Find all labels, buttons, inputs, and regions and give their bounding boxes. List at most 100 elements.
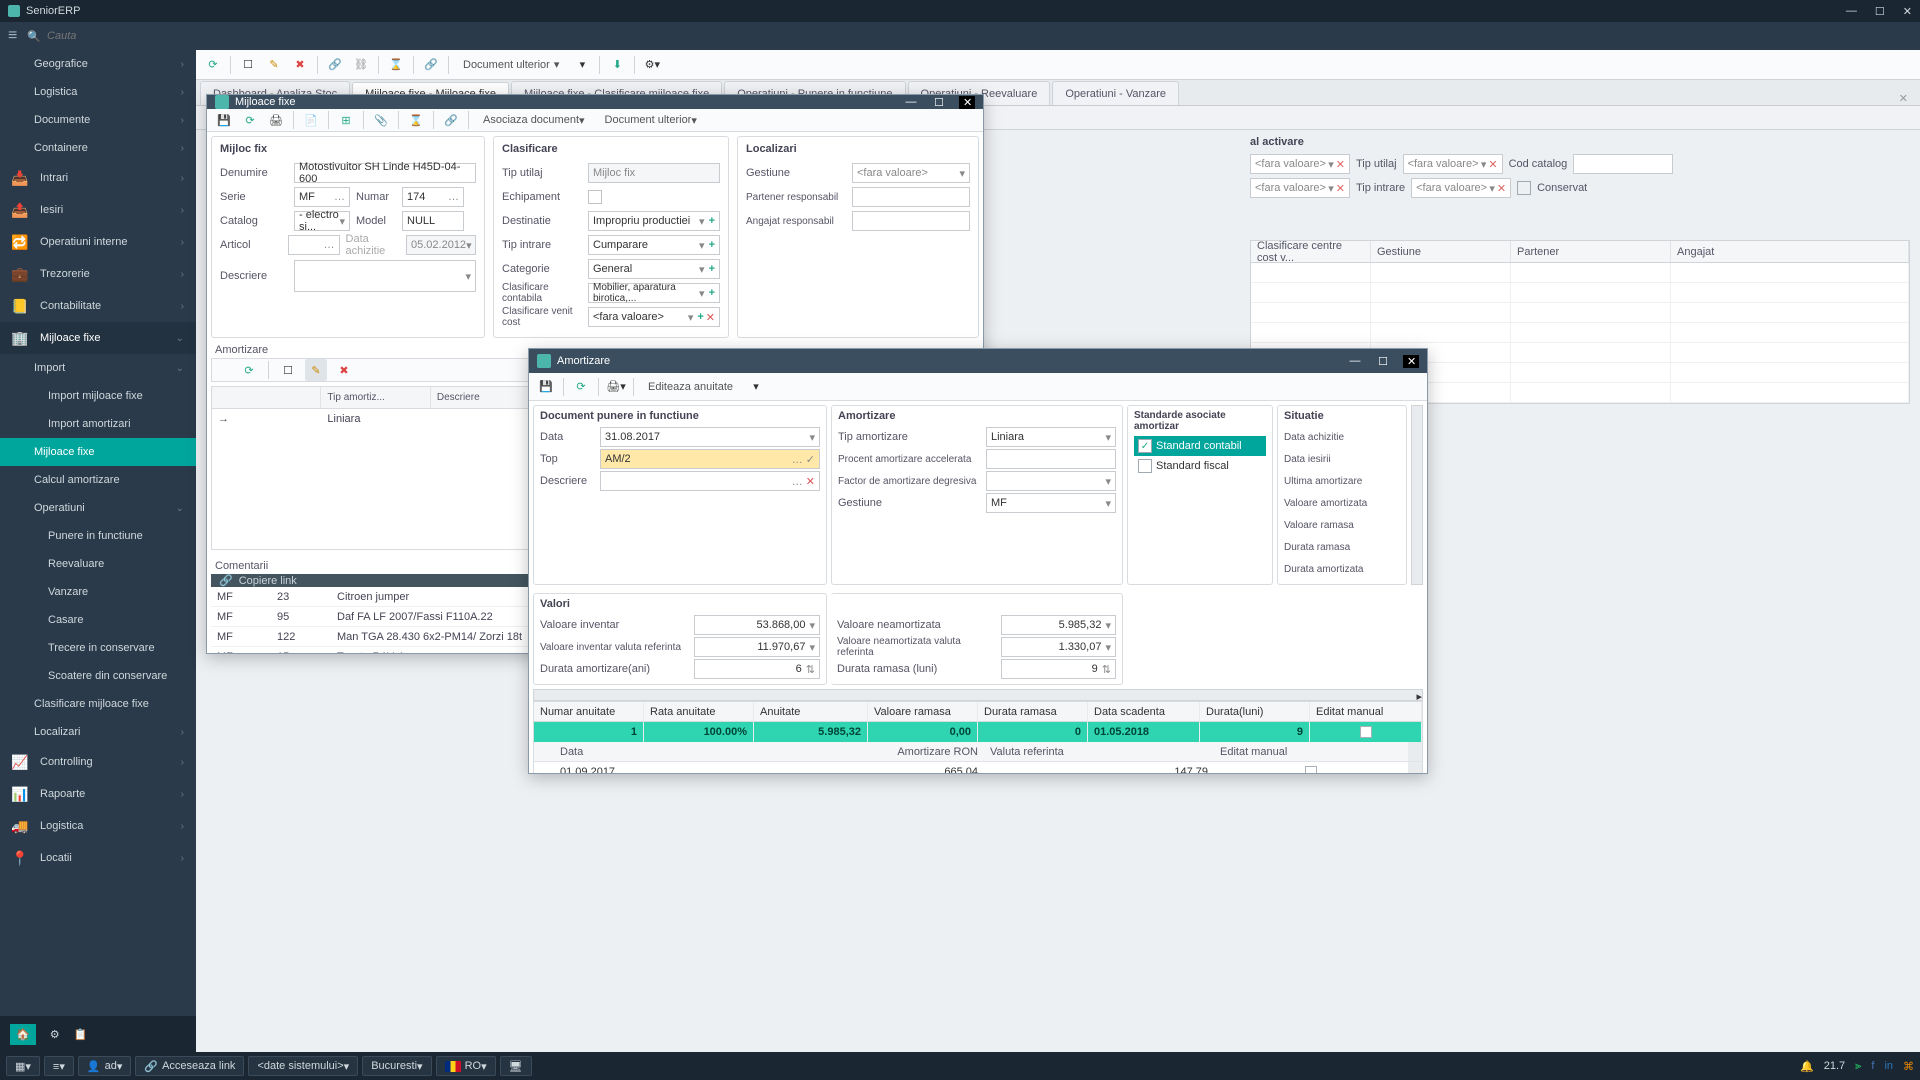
hourglass-icon-2[interactable]: ⌛ (405, 109, 427, 131)
win2-titlebar[interactable]: Amortizare — ☐ ✕ (529, 349, 1427, 373)
p2-tip-input[interactable]: Liniara▾ (986, 427, 1116, 447)
col-numar-anuitate[interactable]: Numar anuitate (534, 702, 644, 721)
amort-delete-icon[interactable]: ✖ (333, 359, 355, 381)
sidebar-cat-intrari[interactable]: 📥Intrari (0, 162, 196, 194)
status-layers-icon[interactable]: ≡▾ (44, 1056, 74, 1076)
anuitate-summary-row[interactable]: 1 100.00% 5.985,32 0,00 0 01.05.2018 9 (534, 722, 1422, 742)
col-durata-ramasa[interactable]: Durata ramasa (978, 702, 1088, 721)
doc-icon[interactable]: 📄 (300, 109, 322, 131)
refresh-icon[interactable]: ⟳ (202, 54, 224, 76)
sidebar-item-mijloace-fixe[interactable]: Mijloace fixe (0, 438, 196, 466)
sidebar-item-import-amort[interactable]: Import amortizari (0, 410, 196, 438)
chain-icon[interactable]: 🔗 (420, 54, 442, 76)
p2-proc-input[interactable] (986, 449, 1116, 469)
tip-intrare-input[interactable]: Cumparare▾+ (588, 235, 720, 255)
bg-combo-4[interactable]: <fara valoare>▾✕ (1411, 178, 1511, 198)
bg-col-clasificare[interactable]: Clasificare centre cost v... (1251, 241, 1371, 262)
catalog-input[interactable]: - electro si...▾ (294, 211, 350, 231)
col-durata-luni[interactable]: Durata(luni) (1200, 702, 1310, 721)
sidebar-item-documente[interactable]: Documente (0, 106, 196, 134)
sidebar-item-punere[interactable]: Punere in functiune (0, 522, 196, 550)
bg-grid-row[interactable] (1251, 323, 1909, 343)
sidebar-item-clasificare-mf[interactable]: Clasificare mijloace fixe (0, 690, 196, 718)
vivr-input[interactable]: 11.970,67▾ (694, 637, 820, 657)
status-bell-icon[interactable]: 🔔 (1800, 1060, 1814, 1073)
sidebar-cat-contabilitate[interactable]: 📒Contabilitate (0, 290, 196, 322)
sidebar-cat-controlling[interactable]: 📈Controlling (0, 746, 196, 778)
amort-refresh-icon[interactable]: ⟳ (238, 359, 260, 381)
save-icon[interactable]: 💾 (213, 109, 235, 131)
sidebar-cat-trezorerie[interactable]: 💼Trezorerie (0, 258, 196, 290)
sidebar-cat-rapoarte[interactable]: 📊Rapoarte (0, 778, 196, 810)
sidebar-cat-iesiri[interactable]: 📤Iesiri (0, 194, 196, 226)
unlink-icon[interactable]: ⛓ (350, 54, 372, 76)
p1-top-input[interactable]: AM/2… ✓ (600, 449, 820, 469)
destinatie-input[interactable]: Impropriu productiei▾+ (588, 211, 720, 231)
partener-resp-input[interactable] (852, 187, 970, 207)
p1-data-input[interactable]: 31.08.2017▾ (600, 427, 820, 447)
bg-col-gestiune[interactable]: Gestiune (1371, 241, 1511, 262)
refresh-icon-2[interactable]: ⟳ (239, 109, 261, 131)
sidebar-cat-logistica2[interactable]: 🚚Logistica (0, 810, 196, 842)
sidebar-cat-operatiuni-interne[interactable]: 🔁Operatiuni interne (0, 226, 196, 258)
p1-desc-input[interactable]: … ✕ (600, 471, 820, 491)
attach-icon[interactable]: 📎 (370, 109, 392, 131)
win2-refresh-icon[interactable]: ⟳ (570, 376, 592, 398)
document-ulterior-dropdown[interactable]: Document ulterior▾ (455, 54, 567, 76)
col-anuitate[interactable]: Anuitate (754, 702, 868, 721)
scrollbar-horizontal[interactable]: ▸ (533, 689, 1423, 701)
win1-maximize-icon[interactable]: ☐ (931, 96, 947, 109)
status-acceseaza-link[interactable]: 🔗Acceseaza link (135, 1056, 244, 1076)
gear-icon[interactable]: ⚙ (50, 1028, 60, 1041)
status-linkedin-icon[interactable]: in (1884, 1060, 1893, 1072)
clipboard-icon[interactable]: 📋 (74, 1028, 88, 1041)
model-input[interactable]: NULL (402, 211, 464, 231)
delete-icon[interactable]: ✖ (289, 54, 311, 76)
descriere-input[interactable]: ▾ (294, 260, 476, 292)
status-rss-icon[interactable]: ⌘ (1903, 1060, 1914, 1073)
sidebar-item-casare[interactable]: Casare (0, 606, 196, 634)
search-input[interactable] (47, 30, 167, 42)
col-data-scadenta[interactable]: Data scadenta (1088, 702, 1200, 721)
chain-icon-2[interactable]: 🔗 (440, 109, 462, 131)
edit-icon[interactable]: ✎ (263, 54, 285, 76)
asociaza-document-dropdown[interactable]: Asociaza document ▾ (475, 109, 593, 131)
document-ulterior-dropdown-2[interactable]: Document ulterior ▾ (597, 109, 705, 131)
minimize-icon[interactable]: — (1846, 5, 1857, 18)
maximize-icon[interactable]: ☐ (1875, 5, 1885, 18)
clasificare-contabila-input[interactable]: Mobilier, aparatura birotica,...▾+ (588, 283, 720, 303)
p2-fact-input[interactable]: ▾ (986, 471, 1116, 491)
scrollbar-vertical[interactable] (1411, 405, 1423, 585)
link-icon[interactable]: 🔗 (324, 54, 346, 76)
bg-grid-row[interactable] (1251, 263, 1909, 283)
sidebar-cat-mijloace-fixe[interactable]: 🏢Mijloace fixe (0, 322, 196, 354)
sidebar-cat-locatii[interactable]: 📍Locatii (0, 842, 196, 874)
arrow-icon[interactable]: ▾ (571, 54, 593, 76)
vn-input[interactable]: 5.985,32▾ (1001, 615, 1116, 635)
amort-col-tip[interactable]: Tip amortiz... (321, 387, 430, 408)
denumire-input[interactable]: Motostivuitor SH Linde H45D-04-600 (294, 163, 476, 183)
numar-input[interactable]: 174… (402, 187, 464, 207)
bg-combo-3[interactable]: <fara valoare>▾✕ (1250, 178, 1350, 198)
sidebar-item-localizari[interactable]: Localizari (0, 718, 196, 746)
sidebar-item-vanzare[interactable]: Vanzare (0, 578, 196, 606)
print-icon[interactable]: 🖨 (265, 109, 287, 131)
win1-minimize-icon[interactable]: — (903, 96, 919, 109)
win1-titlebar[interactable]: Mijloace fixe — ☐ ✕ (207, 95, 983, 109)
categorie-input[interactable]: General▾+ (588, 259, 720, 279)
serie-input[interactable]: MF… (294, 187, 350, 207)
win2-save-icon[interactable]: 💾 (535, 376, 557, 398)
anuitate-row[interactable]: 01.09.2017665,04147,79 (534, 762, 1422, 773)
status-monitor-icon[interactable]: 🖥 (500, 1056, 532, 1076)
p2-gest-input[interactable]: MF▾ (986, 493, 1116, 513)
hamburger-icon[interactable]: ≡ (8, 27, 17, 45)
editeaza-anuitate-dropdown[interactable]: Editeaza anuitate (640, 376, 741, 398)
sidebar-item-trecere[interactable]: Trecere in conservare (0, 634, 196, 662)
bg-col-angajat[interactable]: Angajat (1671, 241, 1909, 262)
status-location[interactable]: Bucuresti▾ (362, 1056, 431, 1076)
sidebar-item-reevaluare[interactable]: Reevaluare (0, 550, 196, 578)
articol-input[interactable]: … (288, 235, 340, 255)
bg-grid-row[interactable] (1251, 283, 1909, 303)
win2-print-icon[interactable]: 🖨▾ (605, 376, 627, 398)
status-facebook-icon[interactable]: f (1871, 1060, 1874, 1072)
